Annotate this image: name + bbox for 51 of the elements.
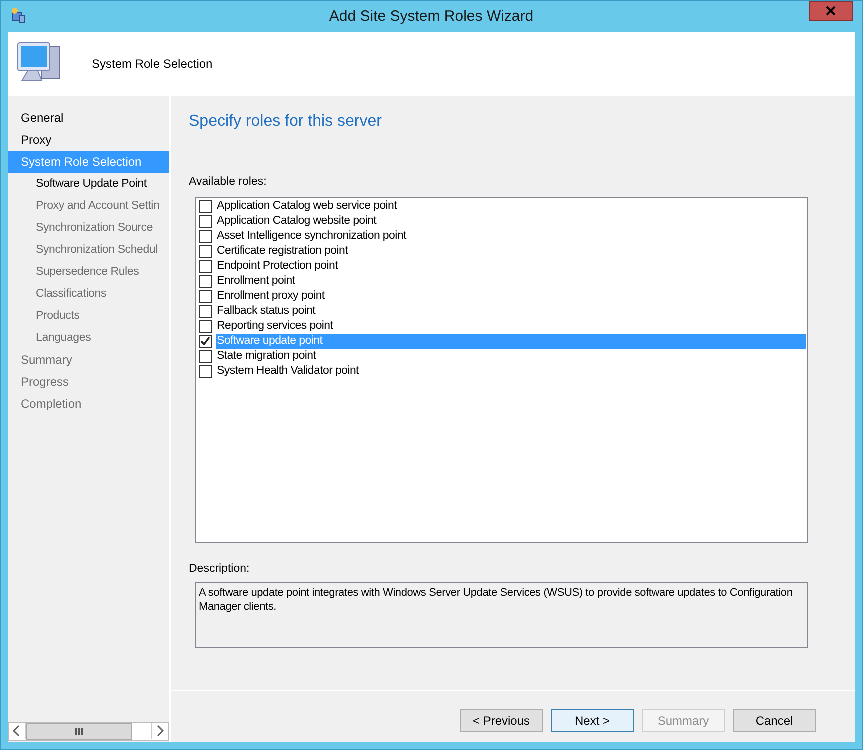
role-item[interactable]: Reporting services point <box>216 319 806 334</box>
nav-item[interactable]: Progress <box>8 371 169 393</box>
nav-item[interactable]: Languages <box>8 327 169 349</box>
horizontal-scrollbar[interactable] <box>8 722 169 741</box>
nav-item[interactable]: Synchronization Source <box>8 217 169 239</box>
close-button[interactable] <box>809 1 853 21</box>
nav-item[interactable]: Completion <box>8 393 169 415</box>
checkbox[interactable] <box>199 320 212 333</box>
roles-label: Available roles: <box>189 176 268 188</box>
grip-icon <box>75 728 83 735</box>
checkbox[interactable] <box>199 245 212 258</box>
checkbox[interactable] <box>199 305 212 318</box>
nav-item[interactable]: Products <box>8 305 169 327</box>
checkbox[interactable] <box>199 290 212 303</box>
checkbox[interactable] <box>199 200 212 213</box>
checkbox[interactable] <box>199 230 212 243</box>
wizard-button[interactable]: Next > <box>551 709 634 732</box>
checkbox[interactable] <box>199 335 212 348</box>
role-item[interactable]: Application Catalog web service point <box>216 199 806 214</box>
checkbox[interactable] <box>199 260 212 273</box>
scroll-thumb[interactable] <box>26 723 132 740</box>
wizard-button[interactable]: Cancel <box>733 709 816 732</box>
description-label: Description: <box>189 563 251 575</box>
nav-item[interactable]: Proxy <box>8 129 169 151</box>
checkbox[interactable] <box>199 350 212 363</box>
role-item[interactable]: Asset Intelligence synchronization point <box>216 229 806 244</box>
role-item[interactable]: Endpoint Protection point <box>216 259 806 274</box>
nav-item[interactable]: Supersedence Rules <box>8 261 169 283</box>
close-icon <box>826 6 836 16</box>
nav-item[interactable]: Software Update Point <box>8 173 169 195</box>
role-item[interactable]: Application Catalog website point <box>216 214 806 229</box>
role-item[interactable]: Certificate registration point <box>216 244 806 259</box>
role-item[interactable]: Enrollment point <box>216 274 806 289</box>
nav-item[interactable]: Proxy and Account Settin <box>8 195 169 217</box>
window-title: Add Site System Roles Wizard <box>328 8 535 25</box>
role-item[interactable]: State migration point <box>216 349 806 364</box>
checkbox[interactable] <box>199 365 212 378</box>
nav-item[interactable]: Summary <box>8 349 169 371</box>
description-box: A software update point integrates with Windows Server Update Services (WSUS) to provide software updates to Configuration Manager clients. <box>195 582 808 648</box>
role-item[interactable]: Enrollment proxy point <box>216 289 806 304</box>
section-heading: Specify roles for this server <box>189 113 383 131</box>
nav-item[interactable]: Classifications <box>8 283 169 305</box>
page-title: System Role Selection <box>92 57 213 71</box>
wizard-icon <box>10 7 28 25</box>
nav-item[interactable]: General <box>8 107 169 129</box>
nav-item[interactable]: Synchronization Schedul <box>8 239 169 261</box>
role-item[interactable]: System Health Validator point <box>216 364 806 379</box>
role-item[interactable]: Fallback status point <box>216 304 806 319</box>
checkbox[interactable] <box>199 275 212 288</box>
wizard-button[interactable]: < Previous <box>460 709 543 732</box>
checkbox[interactable] <box>199 215 212 228</box>
